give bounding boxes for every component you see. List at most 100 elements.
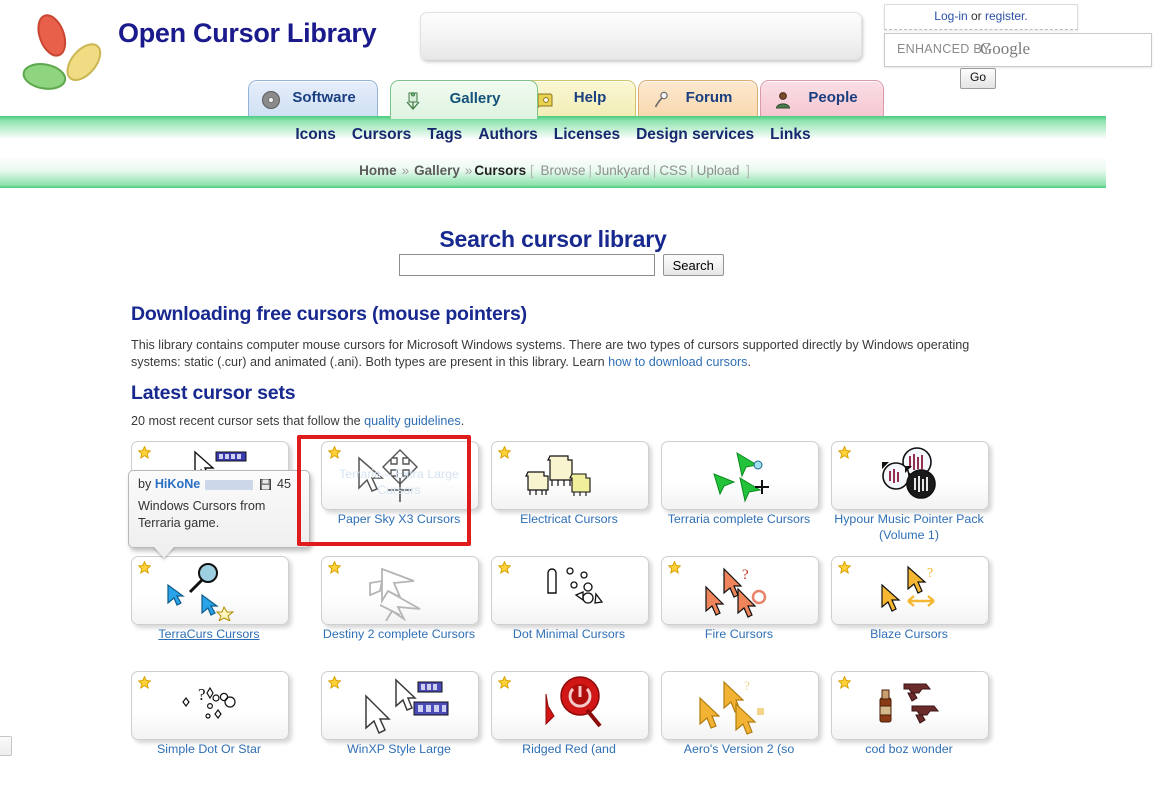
- page-root: Open Cursor Library Log-in or register. …: [0, 0, 1160, 759]
- main-tabs: Software Gallery Help Forum People: [0, 80, 1106, 119]
- intro-paragraph: This library contains computer mouse cur…: [131, 337, 986, 371]
- cursor-card-title[interactable]: Destiny 2 complete Cursors: [321, 626, 477, 642]
- cursor-card-title[interactable]: Fire Cursors: [661, 626, 817, 642]
- cursor-card[interactable]: ?: [831, 556, 989, 625]
- latest-subtext: 20 most recent cursor sets that follow t…: [131, 414, 464, 428]
- nav-item-icons[interactable]: Icons: [295, 126, 335, 143]
- microphone-icon: [651, 89, 671, 109]
- google-enhanced-label: ENHANCED BY: [897, 42, 991, 56]
- search-form: Search: [399, 254, 724, 276]
- disc-icon: [261, 89, 281, 109]
- site-title: Open Cursor Library: [118, 18, 377, 48]
- cursor-preview-icon: [322, 676, 478, 736]
- tooltip-tail: [153, 546, 175, 558]
- tooltip-redacted-block: [205, 480, 253, 490]
- cursor-card-title[interactable]: Ridged Red (and: [491, 741, 647, 757]
- nav-item-design-services[interactable]: Design services: [636, 126, 754, 143]
- cursor-card-title[interactable]: cod boz wonder: [831, 741, 987, 757]
- login-link[interactable]: Log-in: [934, 9, 967, 23]
- cursor-preview-icon: ?: [132, 676, 288, 736]
- cursor-card-title[interactable]: TerraCurs Cursors: [131, 626, 287, 642]
- breadcrumb-css[interactable]: CSS: [659, 163, 687, 178]
- nav-item-licenses[interactable]: Licenses: [554, 126, 620, 143]
- nav-item-tags[interactable]: Tags: [427, 126, 462, 143]
- breadcrumb-gallery[interactable]: Gallery: [414, 163, 460, 178]
- nav-item-authors[interactable]: Authors: [478, 126, 537, 143]
- cursor-card[interactable]: [491, 556, 649, 625]
- tooltip-description: Windows Cursors from Terraria game.: [138, 499, 266, 530]
- cursor-card[interactable]: ?: [131, 671, 289, 740]
- ghost-caption: Terraria – Extra Large Cursors: [339, 467, 459, 497]
- tab-software[interactable]: Software: [248, 80, 378, 117]
- cursor-card-title[interactable]: Paper Sky X3 Cursors: [321, 511, 477, 527]
- cursor-card[interactable]: [831, 671, 989, 740]
- quality-guidelines-link[interactable]: quality guidelines: [364, 414, 461, 428]
- tab-help-label: Help: [573, 89, 607, 106]
- cursor-card-title[interactable]: WinXP Style Large: [321, 741, 477, 757]
- tooltip-author[interactable]: HiKoNe: [155, 477, 200, 491]
- breadcrumb-pipe-1: |: [588, 163, 593, 178]
- tab-people[interactable]: People: [760, 80, 884, 117]
- intro-text-2: .: [747, 355, 751, 369]
- cursor-card-title[interactable]: Aero's Version 2 (so: [661, 741, 817, 757]
- nav-item-links[interactable]: Links: [770, 126, 810, 143]
- cursor-card[interactable]: [661, 441, 819, 510]
- cursor-card[interactable]: [321, 671, 479, 740]
- svg-text:?: ?: [927, 566, 933, 581]
- search-button[interactable]: Search: [662, 254, 724, 276]
- svg-text:?: ?: [744, 678, 750, 693]
- tab-people-label: People: [808, 89, 858, 106]
- login-box[interactable]: Log-in or register.: [884, 4, 1078, 30]
- cursor-card-title[interactable]: Terraria complete Cursors: [661, 511, 817, 527]
- how-to-download-link[interactable]: how to download cursors: [608, 355, 747, 369]
- cursor-card[interactable]: [131, 556, 289, 625]
- page-corner-element: [0, 736, 12, 756]
- tab-help[interactable]: Help: [522, 80, 636, 117]
- easel-icon: [403, 89, 423, 110]
- cursor-preview-icon: [132, 561, 288, 623]
- breadcrumb-close-bracket: ]: [746, 163, 750, 178]
- cursor-card-title[interactable]: Hypour Music Pointer Pack (Volume 1): [831, 511, 987, 543]
- tooltip-author-line: by HiKoNe: [138, 477, 200, 491]
- book-icon: [535, 89, 555, 109]
- tooltip-by-label: by: [138, 477, 155, 491]
- breadcrumb-upload[interactable]: Upload: [697, 163, 740, 178]
- header-banner: [420, 12, 862, 60]
- tab-gallery[interactable]: Gallery: [390, 80, 538, 119]
- cursor-card[interactable]: ?: [661, 556, 819, 625]
- cursor-preview-icon: [492, 446, 648, 506]
- breadcrumb-open-bracket: [: [529, 163, 534, 178]
- cursor-preview-icon: [322, 561, 478, 622]
- cursor-preview-icon: ?: [662, 561, 818, 621]
- tab-gallery-label: Gallery: [449, 90, 501, 107]
- cursor-card-title[interactable]: Electricat Cursors: [491, 511, 647, 527]
- page-title: Search cursor library: [439, 226, 667, 252]
- cursor-card[interactable]: ?: [661, 671, 819, 740]
- tab-forum[interactable]: Forum: [638, 80, 758, 117]
- cursor-preview-icon: [662, 446, 818, 506]
- breadcrumb-sep-1: »: [401, 163, 410, 178]
- breadcrumb: Home» Gallery» Cursors [ Browse | Junkyard | C…: [0, 163, 1106, 178]
- breadcrumb-browse[interactable]: Browse: [540, 163, 585, 178]
- cursor-card[interactable]: [831, 441, 989, 510]
- register-link[interactable]: register.: [985, 9, 1028, 23]
- breadcrumb-pipe-2: |: [652, 163, 657, 178]
- search-input[interactable]: [399, 254, 655, 276]
- cursor-card-title[interactable]: Simple Dot Or Star: [131, 741, 287, 757]
- cursor-card[interactable]: [491, 671, 649, 740]
- cursor-preview-icon: [492, 676, 648, 736]
- breadcrumb-junkyard[interactable]: Junkyard: [595, 163, 650, 178]
- breadcrumb-sep-2: »: [464, 163, 473, 178]
- google-search-input[interactable]: ENHANCED BY Google: [884, 33, 1152, 67]
- cursor-card[interactable]: [321, 556, 479, 625]
- cursor-card[interactable]: [491, 441, 649, 510]
- nav-item-cursors[interactable]: Cursors: [352, 126, 411, 143]
- breadcrumb-home[interactable]: Home: [359, 163, 397, 178]
- tab-software-label: Software: [292, 89, 356, 106]
- cursor-card-title[interactable]: Blaze Cursors: [831, 626, 987, 642]
- tooltip-file-size: 45: [277, 477, 292, 491]
- cursor-tooltip: by HiKoNe 45 Windows Cursors from Terrar…: [128, 470, 310, 558]
- cursor-preview-icon: [832, 676, 988, 736]
- cursor-card-title[interactable]: Dot Minimal Cursors: [491, 626, 647, 642]
- breadcrumb-pipe-3: |: [690, 163, 694, 178]
